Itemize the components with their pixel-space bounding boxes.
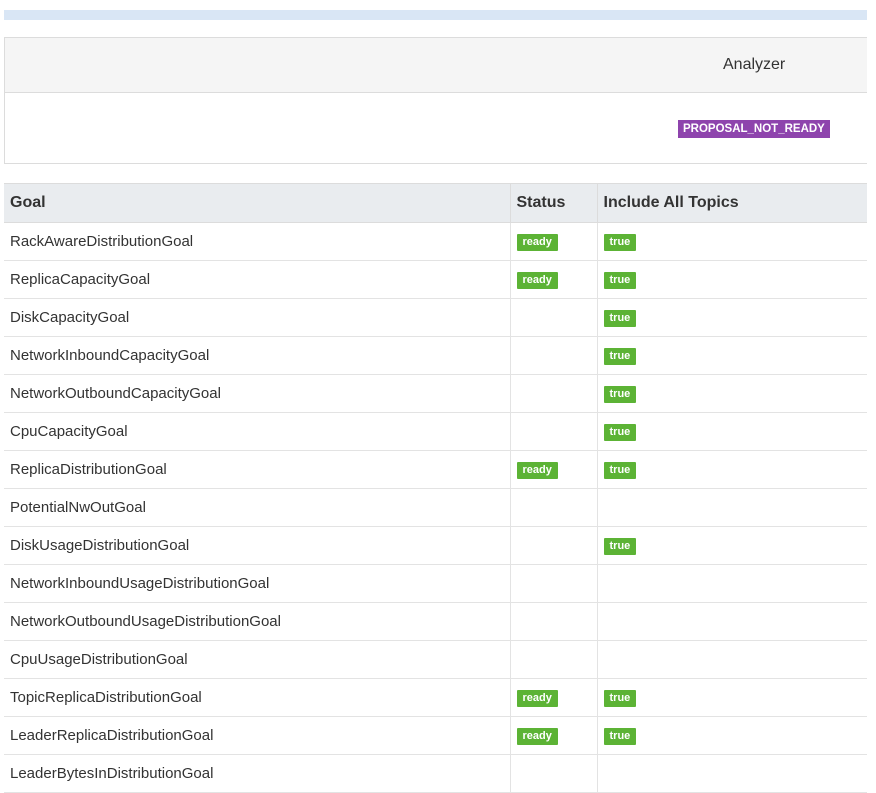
status-badge: ready (516, 272, 558, 289)
analyzer-body: PROPOSAL_NOT_READY (5, 93, 867, 165)
goal-status-cell (509, 374, 597, 413)
table-row[interactable]: ReplicaCapacityGoal ready true (4, 260, 867, 299)
include-all-topics-cell: true (596, 222, 867, 261)
goal-name: CpuUsageDistributionGoal (4, 640, 510, 679)
include-all-topics-cell (596, 602, 867, 641)
goal-name: DiskCapacityGoal (4, 298, 510, 337)
goal-name: ReplicaCapacityGoal (4, 260, 510, 299)
goals-table: Goal Status Include All Topics RackAware… (4, 183, 867, 793)
include-all-topics-badge: true (603, 310, 637, 327)
include-all-topics-cell: true (596, 374, 867, 413)
table-row[interactable]: ReplicaDistributionGoal ready true (4, 450, 867, 489)
table-row[interactable]: NetworkOutboundUsageDistributionGoal (4, 602, 867, 641)
include-all-topics-cell: true (596, 526, 867, 565)
include-all-topics-cell: true (596, 298, 867, 337)
analyzer-state-badge: PROPOSAL_NOT_READY (678, 120, 830, 138)
status-badge: ready (516, 728, 558, 745)
table-row[interactable]: LeaderReplicaDistributionGoal ready true (4, 716, 867, 755)
table-row[interactable]: NetworkOutboundCapacityGoal true (4, 374, 867, 413)
goal-status-cell (509, 298, 597, 337)
goals-table-body: RackAwareDistributionGoal ready true Replic… (4, 222, 867, 793)
table-row[interactable]: RackAwareDistributionGoal ready true (4, 222, 867, 261)
goal-name: LeaderReplicaDistributionGoal (4, 716, 510, 755)
goal-name: ReplicaDistributionGoal (4, 450, 510, 489)
include-all-topics-cell: true (596, 678, 867, 717)
include-all-topics-cell (596, 564, 867, 603)
table-header-row: Goal Status Include All Topics (4, 183, 867, 223)
table-row[interactable]: NetworkInboundCapacityGoal true (4, 336, 867, 375)
goal-name: LeaderBytesInDistributionGoal (4, 754, 510, 793)
goal-status-cell (509, 526, 597, 565)
goal-name: NetworkOutboundCapacityGoal (4, 374, 510, 413)
goal-status-cell: ready (509, 260, 597, 299)
table-row[interactable]: TopicReplicaDistributionGoal ready true (4, 678, 867, 717)
table-row[interactable]: DiskUsageDistributionGoal true (4, 526, 867, 565)
column-header-goal[interactable]: Goal (4, 183, 510, 223)
analyzer-title: Analyzer (723, 56, 786, 73)
table-row[interactable]: DiskCapacityGoal true (4, 298, 867, 337)
include-all-topics-badge: true (603, 424, 637, 441)
status-badge: ready (516, 462, 558, 479)
goal-status-cell (509, 640, 597, 679)
include-all-topics-cell (596, 640, 867, 679)
column-header-include-all-topics[interactable]: Include All Topics (596, 183, 867, 223)
include-all-topics-cell: true (596, 716, 867, 755)
table-row[interactable]: NetworkInboundUsageDistributionGoal (4, 564, 867, 603)
analyzer-header: Analyzer (5, 38, 867, 93)
goal-status-cell: ready (509, 222, 597, 261)
status-badge: ready (516, 234, 558, 251)
goal-name: NetworkInboundUsageDistributionGoal (4, 564, 510, 603)
include-all-topics-cell: true (596, 412, 867, 451)
goal-status-cell: ready (509, 450, 597, 489)
include-all-topics-badge: true (603, 386, 637, 403)
include-all-topics-badge: true (603, 690, 637, 707)
table-row[interactable]: LeaderBytesInDistributionGoal (4, 754, 867, 793)
goal-status-cell: ready (509, 716, 597, 755)
goal-status-cell (509, 602, 597, 641)
goal-status-cell (509, 564, 597, 603)
goal-status-cell (509, 488, 597, 527)
column-header-status[interactable]: Status (509, 183, 597, 223)
goal-status-cell (509, 336, 597, 375)
include-all-topics-cell (596, 488, 867, 527)
goal-name: TopicReplicaDistributionGoal (4, 678, 510, 717)
goal-status-cell: ready (509, 678, 597, 717)
status-badge: ready (516, 690, 558, 707)
include-all-topics-badge: true (603, 234, 637, 251)
top-bar (4, 10, 867, 20)
include-all-topics-cell (596, 754, 867, 793)
include-all-topics-badge: true (603, 538, 637, 555)
goal-status-cell (509, 754, 597, 793)
include-all-topics-badge: true (603, 728, 637, 745)
include-all-topics-badge: true (603, 272, 637, 289)
goal-name: NetworkInboundCapacityGoal (4, 336, 510, 375)
include-all-topics-cell: true (596, 450, 867, 489)
table-row[interactable]: CpuCapacityGoal true (4, 412, 867, 451)
goal-name: CpuCapacityGoal (4, 412, 510, 451)
include-all-topics-badge: true (603, 348, 637, 365)
goal-name: DiskUsageDistributionGoal (4, 526, 510, 565)
goal-name: PotentialNwOutGoal (4, 488, 510, 527)
goal-name: RackAwareDistributionGoal (4, 222, 510, 261)
goal-status-cell (509, 412, 597, 451)
table-row[interactable]: PotentialNwOutGoal (4, 488, 867, 527)
include-all-topics-cell: true (596, 336, 867, 375)
include-all-topics-badge: true (603, 462, 637, 479)
goal-name: NetworkOutboundUsageDistributionGoal (4, 602, 510, 641)
include-all-topics-cell: true (596, 260, 867, 299)
analyzer-panel: Analyzer PROPOSAL_NOT_READY (4, 37, 867, 164)
table-row[interactable]: CpuUsageDistributionGoal (4, 640, 867, 679)
